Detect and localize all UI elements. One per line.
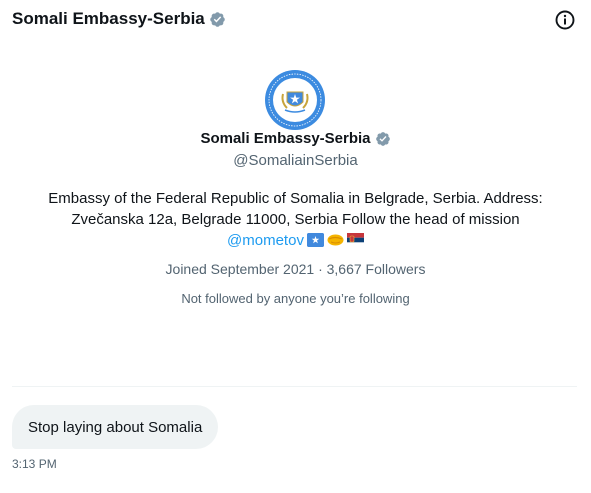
profile-meta: Joined September 2021 · 3,667 Followers bbox=[165, 261, 426, 277]
verified-badge-icon bbox=[209, 11, 226, 28]
serbia-flag-icon bbox=[346, 233, 364, 247]
bio-mention-link[interactable]: @mometov bbox=[227, 232, 304, 249]
message-bubble[interactable]: Stop laying about Somalia bbox=[12, 405, 219, 449]
bio-line-1: Embassy of the Federal Republic of Somal… bbox=[48, 190, 543, 207]
conversation-header: Somali Embassy-Serbia bbox=[12, 9, 226, 29]
avatar[interactable] bbox=[263, 68, 327, 132]
info-icon bbox=[555, 10, 575, 30]
message-text: Stop laying about Somalia bbox=[28, 418, 203, 436]
header-title: Somali Embassy-Serbia bbox=[12, 9, 205, 28]
conversation-info-button[interactable] bbox=[553, 8, 577, 32]
message-timestamp: 3:13 PM bbox=[12, 457, 57, 471]
profile-bio: Embassy of the Federal Republic of Somal… bbox=[20, 188, 571, 251]
verified-badge-icon bbox=[375, 131, 391, 147]
bio-line-2: Zvečanska 12a, Belgrade 11000, Serbia Fo… bbox=[71, 211, 520, 228]
embassy-seal-image bbox=[263, 68, 327, 132]
profile-display-name: Somali Embassy-Serbia bbox=[200, 130, 371, 147]
profile-name[interactable]: Somali Embassy-Serbia bbox=[0, 130, 591, 147]
bio-line-3: @mometov bbox=[20, 230, 571, 251]
dm-conversation-view: Somali Embassy-Serbia Somali Embassy-Ser… bbox=[0, 0, 591, 493]
profile-handle[interactable]: @SomaliainSerbia bbox=[0, 152, 591, 169]
handshake-icon bbox=[327, 233, 344, 247]
somalia-flag-icon bbox=[306, 233, 324, 247]
divider bbox=[12, 386, 577, 387]
mutual-followers-note: Not followed by anyone you’re following bbox=[181, 291, 410, 306]
